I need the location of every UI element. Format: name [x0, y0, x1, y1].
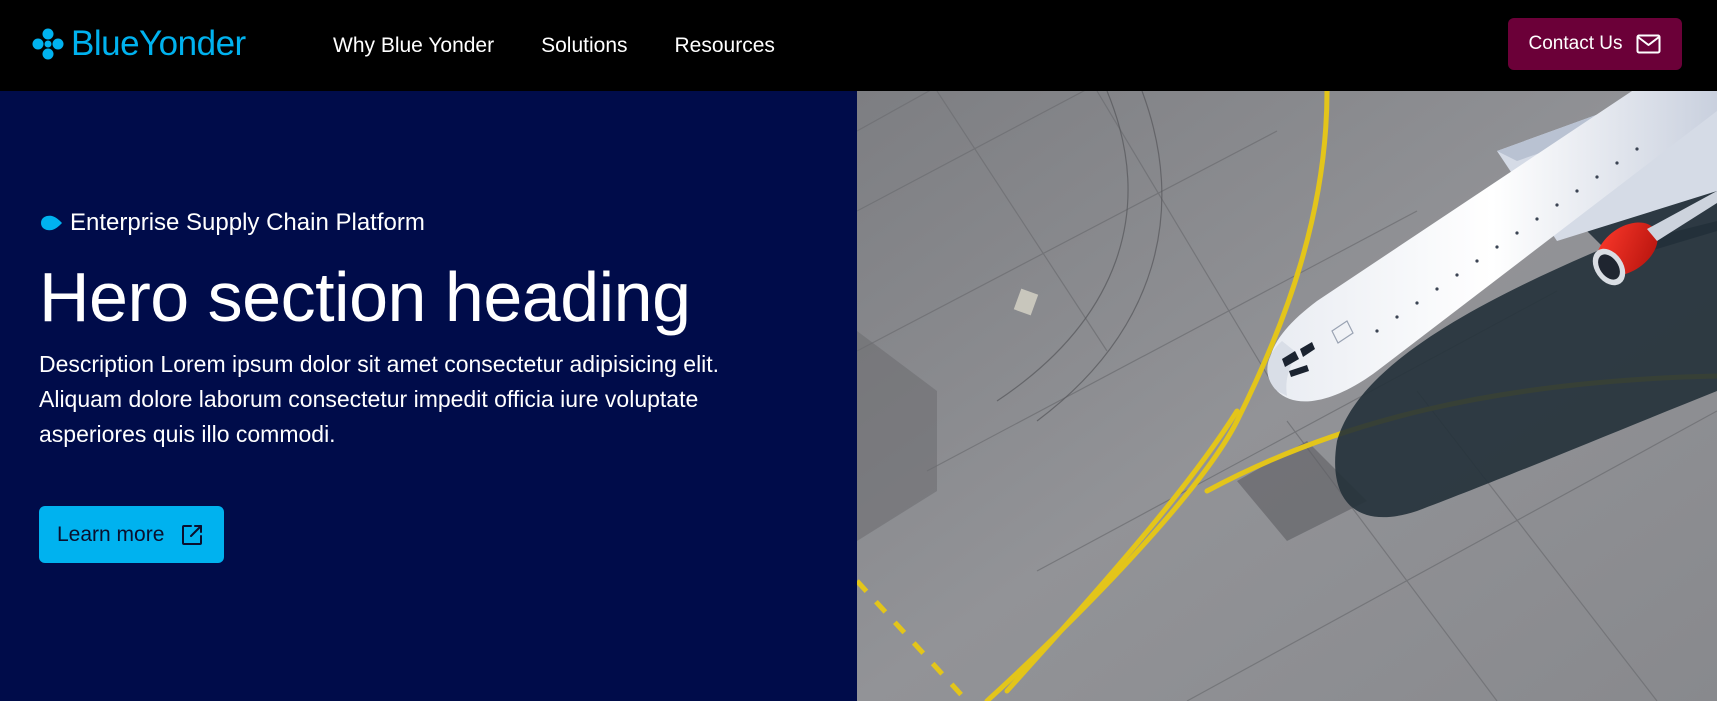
logo-mark-icon [32, 28, 64, 60]
learn-more-button[interactable]: Learn more [39, 506, 224, 563]
nav-item-why-blue-yonder[interactable]: Why Blue Yonder [333, 34, 494, 58]
nav-item-solutions[interactable]: Solutions [541, 34, 627, 58]
logo-text: BlueYonder [71, 24, 246, 63]
hero-image [857, 91, 1717, 701]
blue-yonder-logo[interactable]: BlueYonder [31, 24, 246, 64]
airplane-photo [857, 91, 1717, 701]
hero-section: Enterprise Supply Chain Platform Hero se… [0, 91, 1717, 701]
external-link-icon [182, 524, 203, 545]
hero-eyebrow-text: Enterprise Supply Chain Platform [70, 209, 425, 236]
mail-icon [1636, 34, 1661, 54]
top-navigation-bar: BlueYonder Why Blue Yonder Solutions Res… [0, 0, 1717, 91]
hero-content-panel: Enterprise Supply Chain Platform Hero se… [0, 91, 857, 701]
main-nav: Why Blue Yonder Solutions Resources [333, 0, 775, 91]
nav-item-resources[interactable]: Resources [675, 34, 775, 58]
hero-eyebrow: Enterprise Supply Chain Platform [39, 209, 425, 237]
hero-heading: Hero section heading [39, 258, 691, 336]
contact-us-label: Contact Us [1528, 33, 1623, 54]
hero-description: Description Lorem ipsum dolor sit amet c… [39, 351, 720, 447]
brand-leaf-icon [41, 215, 62, 231]
learn-more-label: Learn more [57, 522, 165, 546]
contact-us-button[interactable]: Contact Us [1508, 18, 1682, 70]
